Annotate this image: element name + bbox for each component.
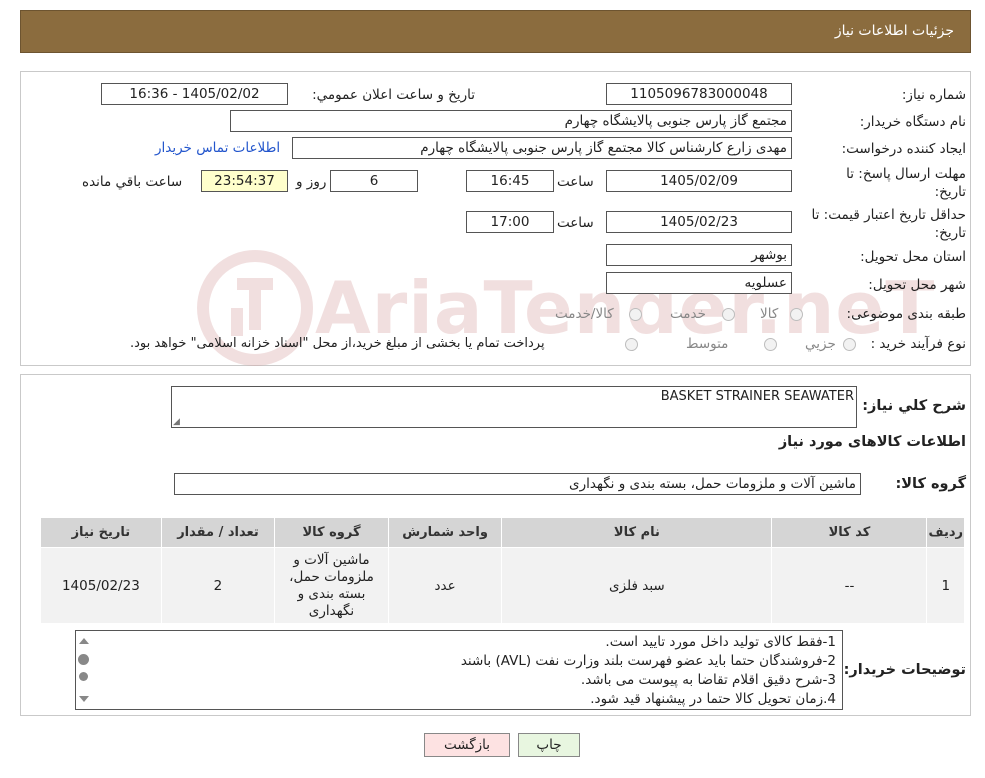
category-option-goods-service: کالا/خدمت (555, 306, 614, 322)
deadline-time-field: 16:45 (466, 170, 554, 192)
buyer-org-field: مجتمع گاز پارس جنوبی پالایشگاه چهارم (230, 110, 792, 132)
notes-scrollbar[interactable] (77, 634, 93, 706)
province-field: بوشهر (606, 244, 792, 266)
process-radio-minor[interactable] (843, 338, 856, 351)
process-radio-treasury[interactable] (625, 338, 638, 351)
cell-group: ماشین آلات و ملزومات حمل، بسته بندی و نگ… (274, 547, 389, 624)
announce-label: تاریخ و ساعت اعلان عمومي: (312, 87, 475, 103)
buyer-notes-label: توضيحات خريدار: (843, 662, 966, 678)
requester-label: ايجاد کننده درخواست: (841, 141, 966, 157)
scroll-down-icon[interactable] (79, 696, 89, 702)
process-radio-medium[interactable] (764, 338, 777, 351)
validity-label-2: تاريخ: (934, 225, 966, 241)
note-line: 4.زمان تحویل کالا حتما در پیشنهاد قید شو… (590, 691, 836, 707)
deadline-date-field: 1405/02/09 (606, 170, 792, 192)
cell-name: سبد فلزی (501, 547, 773, 624)
category-radio-service[interactable] (722, 308, 735, 321)
buyer-contact-link[interactable]: اطلاعات تماس خریدار (155, 140, 280, 156)
summary-textarea[interactable]: BASKET STRAINER SEAWATER ◢ (171, 386, 857, 428)
category-label: طبقه بندی موضوعی: (846, 306, 966, 322)
cell-code: -- (771, 547, 928, 624)
note-line: 1-فقط کالای تولید داخل مورد تایید است. (605, 634, 836, 650)
note-line: 3-شرح دقیق اقلام تقاضا به پیوست می باشد. (580, 672, 836, 688)
category-option-goods: کالا (760, 306, 779, 322)
city-field: عسلويه (606, 272, 792, 294)
need-number-label: شماره نیاز: (901, 87, 966, 103)
cell-date: 1405/02/23 (40, 547, 162, 624)
group-label: گروه کالا: (895, 476, 966, 492)
table-row: 1 -- سبد فلزی عدد ماشین آلات و ملزومات ح… (40, 547, 965, 624)
back-button[interactable]: بازگشت (424, 733, 510, 757)
validity-date-field: 1405/02/23 (606, 211, 792, 233)
city-label: شهر محل تحويل: (868, 277, 966, 293)
col-row: رديف (926, 517, 965, 548)
need-number-field: 1105096783000048 (606, 83, 792, 105)
category-radio-goods[interactable] (790, 308, 803, 321)
items-table: رديف کد کالا نام کالا واحد شمارش گروه کا… (40, 517, 965, 624)
page-header: جزئیات اطلاعات نیاز (20, 10, 971, 53)
col-qty: تعداد / مقدار (160, 517, 276, 548)
requester-field: مهدی زارع کارشناس کالا مجتمع گاز پارس جن… (292, 137, 792, 159)
announce-field: 1405/02/02 - 16:36 (101, 83, 288, 105)
summary-text: BASKET STRAINER SEAWATER (660, 389, 854, 404)
process-note: پرداخت تمام یا بخشی از مبلغ خرید،از محل … (130, 336, 545, 351)
summary-label: شرح كلي نياز: (862, 398, 966, 414)
note-line: 2-فروشندگان حتما باید عضو فهرست بلند وزا… (460, 653, 836, 669)
cell-qty: 2 (160, 547, 276, 624)
validity-time-field: 17:00 (466, 211, 554, 233)
items-title: اطلاعات کالاهای مورد نياز (778, 434, 966, 450)
process-option-minor: جزيي (805, 336, 836, 352)
scroll-up-icon[interactable] (79, 638, 89, 644)
col-code: کد کالا (771, 517, 928, 548)
deadline-time-label: ساعت (557, 174, 594, 190)
buyer-notes-textarea[interactable]: 1-فقط کالای تولید داخل مورد تایید است. 2… (75, 630, 843, 710)
remaining-label: ساعت باقي مانده (82, 174, 183, 190)
table-header-row: رديف کد کالا نام کالا واحد شمارش گروه کا… (40, 517, 965, 548)
category-option-service: خدمت (670, 306, 706, 322)
col-unit: واحد شمارش (387, 517, 503, 548)
validity-time-label: ساعت (557, 215, 594, 231)
resize-handle-icon[interactable]: ◢ (173, 417, 180, 427)
col-date: تاريخ نياز (40, 517, 162, 548)
cell-row: 1 (926, 547, 965, 624)
deadline-label: مهلت ارسال پاسخ: تا (846, 166, 966, 182)
province-label: استان محل تحويل: (860, 249, 966, 265)
validity-label: حداقل تاريخ اعتبار قيمت: تا (811, 207, 966, 223)
deadline-label-2: تاريخ: (934, 184, 966, 200)
page-title: جزئیات اطلاعات نیاز (834, 23, 954, 39)
buyer-org-label: نام دستگاه خريدار: (859, 114, 966, 130)
process-label: نوع فرآيند خريد : (870, 336, 966, 352)
category-radio-goods-service[interactable] (629, 308, 642, 321)
remaining-time-field: 23:54:37 (201, 170, 288, 192)
cell-unit: عدد (387, 547, 503, 624)
col-name: نام کالا (501, 517, 773, 548)
scroll-track-dot (79, 672, 88, 681)
print-button[interactable]: چاپ (518, 733, 580, 757)
process-option-medium: متوسط (686, 336, 729, 352)
col-group: گروه کالا (274, 517, 389, 548)
scroll-thumb[interactable] (78, 654, 89, 665)
days-field: 6 (330, 170, 418, 192)
group-field: ماشین آلات و ملزومات حمل، بسته بندی و نگ… (174, 473, 861, 495)
days-label: روز و (296, 174, 327, 190)
